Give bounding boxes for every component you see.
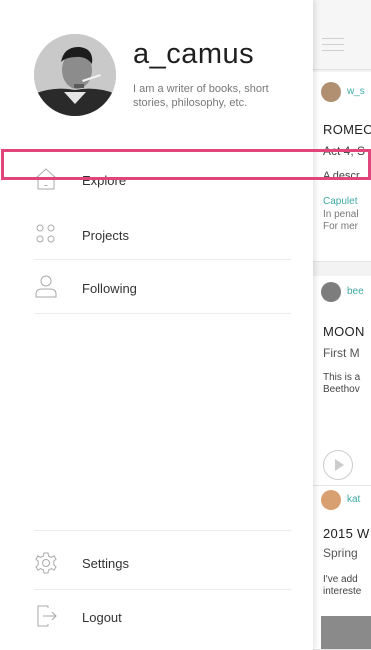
card-title: ROMEO [323, 122, 371, 137]
gear-icon [35, 552, 57, 574]
card-quote-line: For mer [323, 221, 358, 232]
card-username[interactable]: w_s [347, 86, 365, 97]
user-avatar [321, 490, 341, 510]
card-username[interactable]: bee [347, 286, 364, 297]
menu-label: Following [82, 281, 137, 296]
user-avatar [321, 282, 341, 302]
person-icon [35, 275, 57, 298]
menu-label: Settings [82, 556, 129, 571]
feed-card[interactable]: kat 2015 W Spring I've add intereste [313, 486, 371, 650]
menu-divider [34, 313, 291, 314]
profile-bio: I am a writer of books, short stories, p… [133, 83, 269, 109]
menu-divider [34, 530, 291, 531]
card-subtitle: Act 4, S [323, 144, 366, 158]
card-subtitle: First M [323, 346, 360, 360]
card-quote-line: Capulet [323, 196, 358, 207]
menu-label: Logout [82, 610, 122, 625]
profile-username: a_camus [133, 38, 255, 70]
menu-item-logout[interactable]: Logout [0, 590, 313, 644]
feed-card[interactable]: w_s ROMEO Act 4, S A descr Capulet In pe… [313, 72, 371, 262]
logout-icon [37, 605, 57, 627]
play-icon[interactable] [323, 450, 353, 480]
hamburger-menu-icon[interactable] [322, 38, 344, 52]
card-description: A descr [323, 170, 360, 182]
menu-item-settings[interactable]: Settings [0, 536, 313, 590]
menu-label: Projects [82, 228, 129, 243]
card-username[interactable]: kat [347, 494, 360, 505]
app-top-bar [313, 0, 371, 70]
avatar[interactable] [34, 34, 116, 116]
user-avatar [321, 82, 341, 102]
projects-grid-icon [36, 224, 55, 243]
menu-label: Explore [82, 173, 127, 188]
menu-item-explore[interactable]: Explore [0, 152, 313, 206]
card-title: MOON [323, 324, 365, 339]
card-thumbnail [321, 616, 371, 649]
card-description: Beethov [323, 384, 360, 395]
card-description: intereste [323, 586, 362, 597]
home-icon [35, 168, 57, 190]
menu-item-projects[interactable]: Projects [0, 206, 313, 260]
card-description: This is a [323, 372, 361, 383]
navigation-drawer: a_camus I am a writer of books, short st… [0, 0, 313, 650]
feed-card[interactable]: bee MOON First M This is a Beethov [313, 276, 371, 486]
card-quote-line: In penal [323, 209, 359, 220]
menu-item-following[interactable]: Following [0, 260, 313, 314]
card-title: 2015 W [323, 526, 370, 541]
card-subtitle: Spring [323, 546, 358, 560]
card-description: I've add [323, 574, 358, 585]
